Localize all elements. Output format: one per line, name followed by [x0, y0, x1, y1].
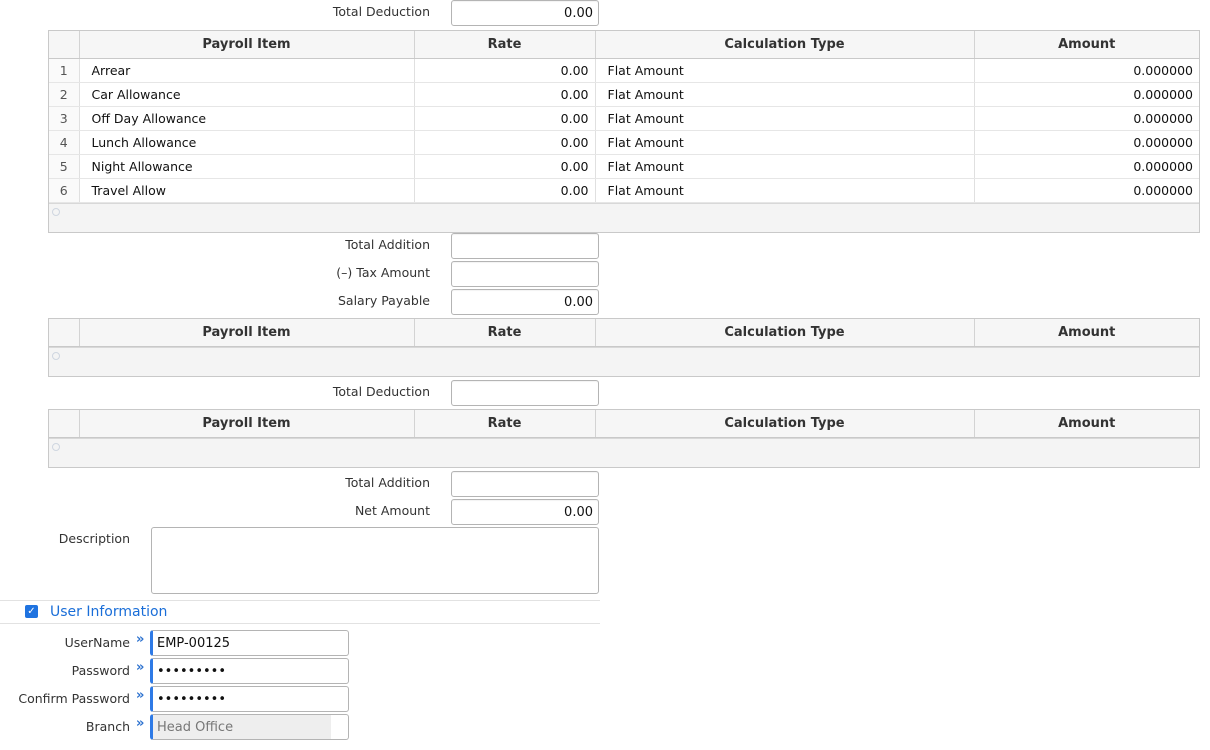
- add-row-indicator-icon[interactable]: [52, 207, 60, 216]
- calculation-type-cell[interactable]: Flat Amount: [595, 154, 975, 179]
- net-amount-field[interactable]: 0.00: [451, 499, 599, 525]
- grid-footer: [49, 437, 1199, 467]
- salary-payable-field[interactable]: 0.00: [451, 289, 599, 315]
- required-marker-icon: »: [136, 688, 145, 703]
- grid-header-row: Payroll Item Rate Calculation Type Amoun…: [49, 31, 1199, 59]
- calculation-type-header[interactable]: Calculation Type: [595, 319, 975, 347]
- calculation-type-cell[interactable]: Flat Amount: [595, 130, 975, 155]
- amount-cell[interactable]: 0.000000: [974, 82, 1199, 107]
- add-row-indicator-icon[interactable]: [52, 351, 60, 360]
- payroll-addition-grid-2: Payroll Item Rate Calculation Type Amoun…: [48, 409, 1200, 468]
- row-number: 5: [49, 154, 80, 179]
- rate-cell[interactable]: 0.00: [414, 154, 596, 179]
- confirm-password-input[interactable]: •••••••••: [150, 686, 349, 712]
- rate-header[interactable]: Rate: [414, 319, 596, 347]
- total-addition-label: Total Addition: [345, 237, 430, 252]
- rate-cell[interactable]: 0.00: [414, 82, 596, 107]
- rate-cell[interactable]: 0.00: [414, 106, 596, 131]
- add-row-indicator-icon[interactable]: [52, 442, 60, 451]
- rate-cell[interactable]: 0.00: [414, 58, 596, 83]
- user-information-checkbox[interactable]: ✓: [25, 605, 38, 618]
- required-marker-icon: »: [136, 716, 145, 731]
- grid-header-row: Payroll Item Rate Calculation Type Amoun…: [49, 410, 1199, 438]
- table-row[interactable]: 5 Night Allowance 0.00 Flat Amount 0.000…: [49, 154, 1199, 179]
- payroll-item-cell[interactable]: Arrear: [79, 58, 415, 83]
- rate-header[interactable]: Rate: [414, 31, 596, 59]
- total-deduction-field[interactable]: 0.00: [451, 0, 599, 26]
- calculation-type-header[interactable]: Calculation Type: [595, 410, 975, 438]
- grid-header-row: Payroll Item Rate Calculation Type Amoun…: [49, 319, 1199, 347]
- branch-input[interactable]: Head Office: [150, 714, 349, 740]
- branch-label: Branch: [85, 719, 130, 734]
- payroll-item-cell[interactable]: Car Allowance: [79, 82, 415, 107]
- total-deduction-label: Total Deduction: [332, 384, 430, 399]
- amount-cell[interactable]: 0.000000: [974, 58, 1199, 83]
- payroll-item-cell[interactable]: Lunch Allowance: [79, 130, 415, 155]
- payroll-item-cell[interactable]: Travel Allow: [79, 178, 415, 203]
- description-textarea[interactable]: [151, 527, 599, 594]
- salary-payable-label: Salary Payable: [337, 293, 430, 308]
- rate-header[interactable]: Rate: [414, 410, 596, 438]
- rate-cell[interactable]: 0.00: [414, 178, 596, 203]
- row-number-header: [49, 31, 80, 59]
- tax-amount-label: (–) Tax Amount: [336, 265, 430, 280]
- amount-cell[interactable]: 0.000000: [974, 106, 1199, 131]
- amount-cell[interactable]: 0.000000: [974, 178, 1199, 203]
- amount-cell[interactable]: 0.000000: [974, 130, 1199, 155]
- total-addition-field[interactable]: [451, 233, 599, 259]
- row-number: 1: [49, 58, 80, 83]
- table-row[interactable]: 4 Lunch Allowance 0.00 Flat Amount 0.000…: [49, 130, 1199, 155]
- grid-footer: [49, 202, 1199, 232]
- row-number: 6: [49, 178, 80, 203]
- password-input[interactable]: •••••••••: [150, 658, 349, 684]
- row-number-header: [49, 410, 80, 438]
- required-marker-icon: »: [136, 632, 145, 647]
- table-row[interactable]: 6 Travel Allow 0.00 Flat Amount 0.000000: [49, 178, 1199, 203]
- payroll-item-header[interactable]: Payroll Item: [79, 31, 415, 59]
- payroll-item-cell[interactable]: Night Allowance: [79, 154, 415, 179]
- amount-header[interactable]: Amount: [974, 319, 1199, 347]
- grid-footer: [49, 346, 1199, 376]
- calculation-type-cell[interactable]: Flat Amount: [595, 82, 975, 107]
- payroll-item-header[interactable]: Payroll Item: [79, 319, 415, 347]
- amount-header[interactable]: Amount: [974, 410, 1199, 438]
- confirm-password-label: Confirm Password: [18, 691, 130, 706]
- table-row[interactable]: 1 Arrear 0.00 Flat Amount 0.000000: [49, 58, 1199, 83]
- username-input[interactable]: EMP-00125: [150, 630, 349, 656]
- description-label: Description: [58, 531, 130, 546]
- payroll-item-cell[interactable]: Off Day Allowance: [79, 106, 415, 131]
- payroll-addition-grid: Payroll Item Rate Calculation Type Amoun…: [48, 30, 1200, 233]
- row-number: 3: [49, 106, 80, 131]
- calculation-type-cell[interactable]: Flat Amount: [595, 106, 975, 131]
- total-deduction-label: Total Deduction: [332, 4, 430, 19]
- table-row[interactable]: 2 Car Allowance 0.00 Flat Amount 0.00000…: [49, 82, 1199, 107]
- total-deduction-field[interactable]: [451, 380, 599, 406]
- row-number: 4: [49, 130, 80, 155]
- payroll-item-header[interactable]: Payroll Item: [79, 410, 415, 438]
- table-row[interactable]: 3 Off Day Allowance 0.00 Flat Amount 0.0…: [49, 106, 1199, 131]
- calculation-type-header[interactable]: Calculation Type: [595, 31, 975, 59]
- rate-cell[interactable]: 0.00: [414, 130, 596, 155]
- calculation-type-cell[interactable]: Flat Amount: [595, 178, 975, 203]
- required-marker-icon: »: [136, 660, 145, 675]
- user-information-title[interactable]: User Information: [50, 604, 167, 620]
- username-label: UserName: [64, 635, 130, 650]
- password-label: Password: [71, 663, 130, 678]
- row-number-header: [49, 319, 80, 347]
- total-addition-field[interactable]: [451, 471, 599, 497]
- net-amount-label: Net Amount: [354, 503, 430, 518]
- amount-cell[interactable]: 0.000000: [974, 154, 1199, 179]
- total-addition-label: Total Addition: [345, 475, 430, 490]
- calculation-type-cell[interactable]: Flat Amount: [595, 58, 975, 83]
- tax-amount-field[interactable]: [451, 261, 599, 287]
- row-number: 2: [49, 82, 80, 107]
- payroll-deduction-grid: Payroll Item Rate Calculation Type Amoun…: [48, 318, 1200, 377]
- amount-header[interactable]: Amount: [974, 31, 1199, 59]
